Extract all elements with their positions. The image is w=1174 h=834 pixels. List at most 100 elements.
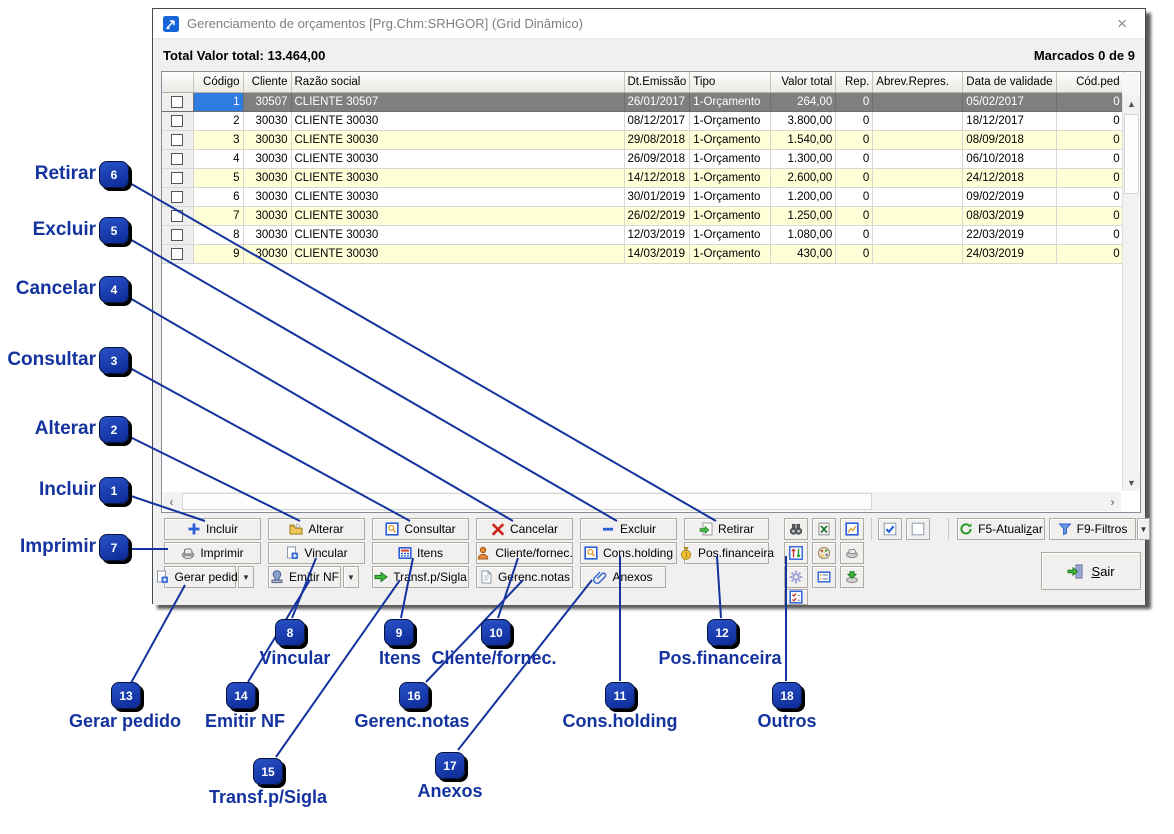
gerenc-notas-button[interactable]: Gerenc.notas: [476, 566, 573, 588]
column-header-rep[interactable]: Rep.: [836, 72, 873, 92]
anexos-button[interactable]: Anexos: [580, 566, 666, 588]
column-header-cliente[interactable]: Cliente: [243, 72, 291, 92]
check-off-button[interactable]: [906, 518, 930, 540]
cell-rep: 0: [836, 225, 873, 244]
retirar-button[interactable]: Retirar: [684, 518, 769, 540]
table-row[interactable]: 230030CLIENTE 3003008/12/20171-Orçamento…: [162, 111, 1123, 130]
horizontal-scrollbar[interactable]: ‹ ›: [163, 492, 1121, 511]
vincular-button[interactable]: Vincular: [268, 542, 365, 564]
list-options-button[interactable]: [812, 566, 836, 588]
row-checkbox-cell: [162, 187, 193, 206]
row-checkbox[interactable]: [171, 248, 183, 260]
cell-emissao: 29/08/2018: [624, 130, 690, 149]
data-grid: CódigoClienteRazão socialDt.EmissãoTipoV…: [161, 71, 1141, 513]
gear-button[interactable]: [784, 566, 808, 588]
export-down-button[interactable]: [840, 566, 864, 588]
scroll-down-icon[interactable]: ▼: [1123, 474, 1140, 491]
row-checkbox[interactable]: [171, 191, 183, 203]
cell-razao: CLIENTE 30030: [291, 149, 624, 168]
column-header-tipo[interactable]: Tipo: [690, 72, 771, 92]
cell-codigo: 1: [193, 92, 243, 111]
scroll-up-icon[interactable]: ▲: [1123, 95, 1140, 112]
column-header-valor-total[interactable]: Valor total: [771, 72, 836, 92]
excluir-button[interactable]: Excluir: [580, 518, 677, 540]
alterar-button[interactable]: Alterar: [268, 518, 365, 540]
cell-emissao: 30/01/2019: [624, 187, 690, 206]
emitir-nf-dropdown[interactable]: ▼: [343, 566, 359, 588]
emitir-nf-button[interactable]: Emitir NF: [268, 566, 341, 588]
row-checkbox-cell: [162, 225, 193, 244]
column-header-data-de-validade[interactable]: Data de validade: [963, 72, 1056, 92]
chart-board-button[interactable]: [840, 518, 864, 540]
column-header-dt-emiss-o[interactable]: Dt.Emissão: [624, 72, 690, 92]
row-checkbox[interactable]: [171, 153, 183, 165]
transf-p-sigla-button[interactable]: Transf.p/Sigla: [372, 566, 469, 588]
f9-filtros-dropdown[interactable]: ▼: [1137, 518, 1150, 540]
consultar-button[interactable]: Consultar: [372, 518, 469, 540]
pos-financeira-button[interactable]: Pos.financeira: [684, 542, 769, 564]
row-checkbox[interactable]: [171, 134, 183, 146]
column-header-c-d-ped[interactable]: Cód.ped: [1056, 72, 1123, 92]
title-bar: Gerenciamento de orçamentos [Prg.Chm:SRH…: [153, 9, 1145, 39]
table-row[interactable]: 130507CLIENTE 3050726/01/20171-Orçamento…: [162, 92, 1123, 111]
cell-rep: 0: [836, 244, 873, 263]
cliente-fornec-button[interactable]: Cliente/fornec.: [476, 542, 573, 564]
sort-button[interactable]: [784, 542, 808, 564]
scroll-right-icon[interactable]: ›: [1104, 493, 1121, 510]
imprimir-button[interactable]: Imprimir: [164, 542, 261, 564]
table-row[interactable]: 830030CLIENTE 3003012/03/20191-Orçamento…: [162, 225, 1123, 244]
gerar-pedido-button[interactable]: Gerar pedido: [164, 566, 236, 588]
search-doc-icon: [584, 546, 598, 560]
check-on-button[interactable]: [878, 518, 902, 540]
refresh-icon: [959, 522, 973, 536]
f5-atualizar-button[interactable]: F5-Atualizar: [957, 518, 1045, 540]
palette-button[interactable]: [812, 542, 836, 564]
row-checkbox[interactable]: [171, 115, 183, 127]
cancelar-button[interactable]: Cancelar: [476, 518, 573, 540]
cell-codped: 0: [1056, 168, 1123, 187]
printer-small-button[interactable]: [840, 542, 864, 564]
cell-razao: CLIENTE 30030: [291, 187, 624, 206]
cell-razao: CLIENTE 30030: [291, 130, 624, 149]
annotation-badge-9: 9: [384, 619, 414, 646]
vertical-scrollbar[interactable]: ▲ ▼: [1122, 95, 1139, 491]
table-row[interactable]: 530030CLIENTE 3003014/12/20181-Orçamento…: [162, 168, 1123, 187]
table-row[interactable]: 630030CLIENTE 3003030/01/20191-Orçamento…: [162, 187, 1123, 206]
f9-filtros-button[interactable]: F9-Filtros: [1049, 518, 1136, 540]
table-row[interactable]: 330030CLIENTE 3003029/08/20181-Orçamento…: [162, 130, 1123, 149]
cell-cliente: 30030: [243, 130, 291, 149]
cell-tipo: 1-Orçamento: [690, 111, 771, 130]
annotation-badge-1: 1: [99, 477, 129, 504]
gerar-pedido-dropdown[interactable]: ▼: [238, 566, 254, 588]
column-header-checkbox[interactable]: [162, 72, 193, 92]
scroll-left-icon[interactable]: ‹: [163, 493, 180, 510]
checklist-button[interactable]: [784, 589, 808, 605]
cell-valor: 264,00: [771, 92, 836, 111]
close-icon[interactable]: ×: [1109, 15, 1135, 32]
column-header-c-digo[interactable]: Código: [193, 72, 243, 92]
excel-button[interactable]: [812, 518, 836, 540]
horizontal-scroll-thumb[interactable]: [182, 493, 872, 510]
cell-cliente: 30030: [243, 149, 291, 168]
table-row[interactable]: 930030CLIENTE 3003014/03/20191-Orçamento…: [162, 244, 1123, 263]
vertical-scroll-thumb[interactable]: [1124, 114, 1139, 194]
annotation-badge-11: 11: [605, 682, 635, 709]
itens-button[interactable]: Itens: [372, 542, 469, 564]
row-checkbox[interactable]: [171, 210, 183, 222]
column-header-abrev-repres[interactable]: Abrev.Repres.: [873, 72, 963, 92]
incluir-button[interactable]: Incluir: [164, 518, 261, 540]
cell-valor: 1.540,00: [771, 130, 836, 149]
table-row[interactable]: 430030CLIENTE 3003026/09/20181-Orçamento…: [162, 149, 1123, 168]
marked-count-label: Marcados 0 de 9: [1034, 48, 1135, 63]
row-checkbox[interactable]: [171, 172, 183, 184]
annotation-badge-12: 12: [707, 619, 737, 646]
row-checkbox[interactable]: [171, 229, 183, 241]
cell-codped: 0: [1056, 130, 1123, 149]
column-header-raz-o-social[interactable]: Razão social: [291, 72, 624, 92]
binoculars-button[interactable]: [784, 518, 808, 540]
cons-holding-button[interactable]: Cons.holding: [580, 542, 677, 564]
table-row[interactable]: 730030CLIENTE 3003026/02/20191-Orçamento…: [162, 206, 1123, 225]
annotation-label-cons-holding: Cons.holding: [563, 711, 678, 732]
row-checkbox[interactable]: [171, 96, 183, 108]
sair-button[interactable]: Sair: [1041, 552, 1141, 590]
